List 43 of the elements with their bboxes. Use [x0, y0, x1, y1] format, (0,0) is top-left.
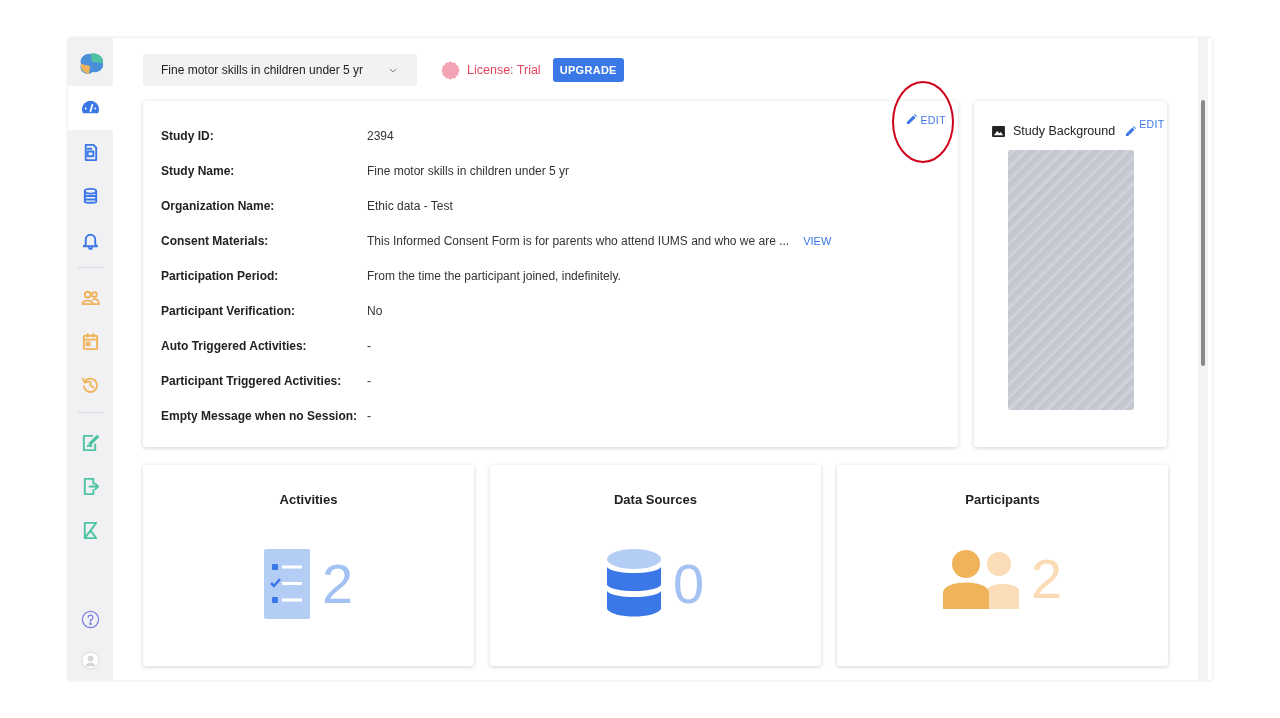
- field-label: Participant Triggered Activities:: [161, 373, 343, 388]
- pencil-icon: [1125, 126, 1137, 137]
- stat-count: 2: [1030, 551, 1063, 607]
- field-value: 2394: [367, 128, 394, 143]
- checklist-icon: [263, 549, 310, 619]
- field-value: This Informed Consent Form is for parents who attend IUMS and who we are ...: [367, 233, 790, 248]
- badge-icon: [441, 60, 460, 80]
- license-status: License: Trial: [467, 63, 541, 77]
- field-value: From the time the participant joined, indefinitely.: [367, 268, 621, 283]
- field-value: -: [367, 338, 371, 353]
- field-value: Fine motor skills in children under 5 yr: [367, 163, 570, 178]
- field-label: Auto Triggered Activities:: [161, 338, 308, 353]
- field-label: Participation Period:: [161, 268, 280, 283]
- card-title: Activities: [279, 492, 338, 507]
- field-value: -: [367, 408, 371, 423]
- avatar-icon[interactable]: [81, 651, 100, 670]
- card-title: Data Sources: [613, 492, 698, 507]
- field-label: Consent Materials:: [161, 233, 270, 248]
- view-link[interactable]: VIEW: [803, 234, 832, 247]
- field-label: Participant Verification:: [161, 303, 297, 318]
- card-title: Study Background: [1013, 124, 1116, 138]
- field-label: Study ID:: [161, 128, 215, 143]
- field-value: No: [367, 303, 383, 318]
- sidebar-item[interactable]: [68, 86, 113, 130]
- card-title: Participants: [965, 492, 1040, 507]
- edit-link[interactable]: EDIT: [1125, 111, 1165, 137]
- field-label: Empty Message when no Session:: [161, 408, 359, 423]
- chevron-down-icon: [389, 67, 397, 73]
- help-icon[interactable]: [81, 610, 100, 629]
- edit-link[interactable]: EDIT: [906, 113, 946, 126]
- image-icon: [992, 126, 1005, 137]
- field-value: Ethic data - Test: [367, 198, 453, 213]
- stat-count: 2: [321, 556, 354, 612]
- upgrade-button[interactable]: UPGRADE: [552, 58, 624, 82]
- scrollbar-thumb[interactable]: [1201, 100, 1205, 366]
- database-icon: [606, 549, 661, 619]
- field-label: Study Name:: [161, 163, 236, 178]
- study-select[interactable]: Fine motor skills in children under 5 yr: [143, 54, 417, 86]
- pencil-icon: [906, 114, 918, 125]
- stat-count: 0: [672, 556, 705, 612]
- field-label: Organization Name:: [161, 198, 276, 213]
- people-icon: [942, 549, 1019, 609]
- field-value: -: [367, 373, 371, 388]
